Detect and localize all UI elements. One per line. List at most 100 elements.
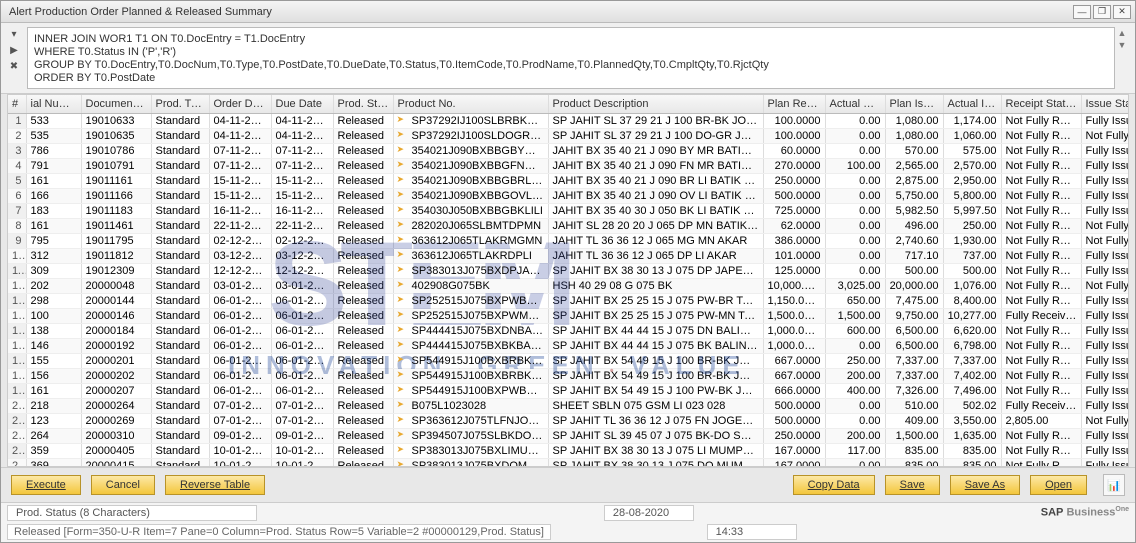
cell-docnum[interactable]: 20000405 — [81, 443, 151, 458]
table-row[interactable]: 1410020000146Standard06-01-202006-01-202… — [8, 308, 1129, 323]
col-actualissue[interactable]: Actual Issue — [943, 95, 1001, 113]
col-actualreceipt[interactable]: Actual Receipt — [825, 95, 885, 113]
col-productno[interactable]: Product No. — [393, 95, 548, 113]
copy-data-button[interactable]: Copy Data — [793, 475, 875, 495]
col-issuestatus[interactable]: Issue Status — [1081, 95, 1129, 113]
table-row[interactable]: 816119011461Standard22-11-201922-11-2019… — [8, 218, 1129, 233]
chevron-down-icon[interactable]: ▾ — [7, 27, 21, 41]
table-row[interactable]: 1916120000207Standard06-01-202006-01-202… — [8, 383, 1129, 398]
cell-docnum[interactable]: 19011166 — [81, 188, 151, 203]
cell-docnum[interactable]: 20000269 — [81, 413, 151, 428]
cell-docnum[interactable]: 20000146 — [81, 308, 151, 323]
open-button[interactable]: Open — [1030, 475, 1087, 495]
cell-serial[interactable]: 183 — [26, 203, 81, 218]
col-receiptstatus[interactable]: Receipt Status — [1001, 95, 1081, 113]
table-row[interactable]: 1220220000048Standard03-01-202003-01-202… — [8, 278, 1129, 293]
cell-productno[interactable]: SP394507J075SLBKDOSODA — [393, 428, 548, 443]
minimize-icon[interactable]: — — [1073, 5, 1091, 19]
scroll-down-icon[interactable]: ▼ — [1118, 40, 1127, 50]
cell-serial[interactable]: 156 — [26, 368, 81, 383]
cell-serial[interactable]: 138 — [26, 323, 81, 338]
table-row[interactable]: 1815620000202Standard06-01-202006-01-202… — [8, 368, 1129, 383]
cell-docnum[interactable]: 19010791 — [81, 158, 151, 173]
col-prodstatus[interactable]: Prod. Status — [333, 95, 393, 113]
query-scroll[interactable]: ▲ ▼ — [1115, 27, 1129, 51]
save-button[interactable]: Save — [885, 475, 940, 495]
cell-docnum[interactable]: 20000415 — [81, 458, 151, 467]
cell-docnum[interactable]: 20000207 — [81, 383, 151, 398]
cell-docnum[interactable]: 19011183 — [81, 203, 151, 218]
cell-docnum[interactable]: 20000144 — [81, 293, 151, 308]
cell-productno[interactable]: 354021J090BXBBGFNMRMR — [393, 158, 548, 173]
cell-productno[interactable]: SP444415J075BXBKBALINESIA — [393, 338, 548, 353]
cell-serial[interactable]: 166 — [26, 188, 81, 203]
cell-serial[interactable]: 359 — [26, 443, 81, 458]
table-row[interactable]: 2226420000310Standard09-01-202009-01-202… — [8, 428, 1129, 443]
cell-docnum[interactable]: 19011812 — [81, 248, 151, 263]
cell-productno[interactable]: SP544915J100BXBRBKJOGERBOXRESLETING — [393, 368, 548, 383]
table-row[interactable]: 1130919012309Standard12-12-201912-12-201… — [8, 263, 1129, 278]
cell-serial[interactable]: 369 — [26, 458, 81, 467]
execute-icon[interactable]: ▶ — [7, 43, 21, 57]
cell-docnum[interactable]: 19011161 — [81, 173, 151, 188]
cell-productno[interactable]: SP544915J100BXPWBKJOGERBOXRESLETING — [393, 383, 548, 398]
cell-docnum[interactable]: 20000264 — [81, 398, 151, 413]
cell-productno[interactable]: 354021J090BXBBGOVLILI — [393, 188, 548, 203]
col-planissue[interactable]: Plan Issue — [885, 95, 943, 113]
cell-docnum[interactable]: 19011461 — [81, 218, 151, 233]
cell-serial[interactable]: 155 — [26, 353, 81, 368]
table-row[interactable]: 2112320000269Standard07-01-202007-01-202… — [8, 413, 1129, 428]
result-grid[interactable]: STEM INNOVATION•GREEN•VALUE # ial Number… — [7, 94, 1129, 467]
save-as-button[interactable]: Save As — [950, 475, 1020, 495]
col-rownum[interactable]: # — [8, 95, 26, 113]
col-docnum[interactable]: Document Number — [81, 95, 151, 113]
cell-serial[interactable]: 298 — [26, 293, 81, 308]
cell-serial[interactable]: 202 — [26, 278, 81, 293]
table-row[interactable]: 516119011161Standard15-11-201915-11-2019… — [8, 173, 1129, 188]
cell-serial[interactable]: 312 — [26, 248, 81, 263]
table-row[interactable]: 979519011795Standard02-12-201902-12-2019… — [8, 233, 1129, 248]
cell-productno[interactable]: SP383013J075BXDOMUMPUNG — [393, 458, 548, 467]
scroll-up-icon[interactable]: ▲ — [1118, 28, 1127, 38]
query-editor[interactable]: INNER JOIN WOR1 T1 ON T0.DocEntry = T1.D… — [27, 27, 1115, 89]
cell-serial[interactable]: 795 — [26, 233, 81, 248]
table-row[interactable]: 2335920000405Standard10-01-202010-01-202… — [8, 443, 1129, 458]
cell-serial[interactable]: 533 — [26, 113, 81, 128]
execute-button[interactable]: Execute — [11, 475, 81, 495]
cell-productno[interactable]: 402908G075BK — [393, 278, 548, 293]
cell-docnum[interactable]: 19010635 — [81, 128, 151, 143]
reverse-table-button[interactable]: Reverse Table — [165, 475, 265, 495]
cell-serial[interactable]: 100 — [26, 308, 81, 323]
cell-docnum[interactable]: 19010786 — [81, 143, 151, 158]
cell-docnum[interactable]: 20000048 — [81, 278, 151, 293]
cell-serial[interactable]: 161 — [26, 173, 81, 188]
cell-productno[interactable]: 354021J090BXBBGBYMRMR — [393, 143, 548, 158]
col-duedate[interactable]: Due Date — [271, 95, 333, 113]
table-row[interactable]: 2021820000264Standard07-01-202007-01-202… — [8, 398, 1129, 413]
col-productdesc[interactable]: Product Description — [548, 95, 763, 113]
cell-docnum[interactable]: 19010633 — [81, 113, 151, 128]
cell-docnum[interactable]: 20000192 — [81, 338, 151, 353]
table-row[interactable]: 1329820000144Standard06-01-202006-01-202… — [8, 293, 1129, 308]
cell-serial[interactable]: 535 — [26, 128, 81, 143]
cell-productno[interactable]: SP383013J075BXDPJAPERTUJA — [393, 263, 548, 278]
cell-serial[interactable]: 264 — [26, 428, 81, 443]
table-row[interactable]: 1513820000184Standard06-01-202006-01-202… — [8, 323, 1129, 338]
cell-productno[interactable]: SP37292IJ100SLDOGRJOGERSPESIALMENU — [393, 128, 548, 143]
col-planreceipt[interactable]: Plan Receipt — [763, 95, 825, 113]
cell-productno[interactable]: SP363612J075TLFNJOGERTOTE — [393, 413, 548, 428]
close-icon[interactable]: ✕ — [1113, 5, 1131, 19]
table-row[interactable]: 616619011166Standard15-11-201915-11-2019… — [8, 188, 1129, 203]
cell-productno[interactable]: SP252515J075BXPWMNTASSPUNBONDMBIRU — [393, 308, 548, 323]
cell-productno[interactable]: 354021J090BXBBGBRLILI — [393, 173, 548, 188]
col-orderdate[interactable]: Order Date — [209, 95, 271, 113]
cell-productno[interactable]: SP444415J075BXDNBALINESIA — [393, 323, 548, 338]
table-row[interactable]: 2436920000415Standard10-01-202010-01-202… — [8, 458, 1129, 467]
header-row[interactable]: # ial Number Document Number Prod. Type … — [8, 95, 1129, 113]
table-row[interactable]: 153319010633Standard04-11-201904-11-2019… — [8, 113, 1129, 128]
cell-productno[interactable]: SP544915J100BXBRBKJOGERBOXRESLETING — [393, 353, 548, 368]
cell-serial[interactable]: 309 — [26, 263, 81, 278]
cell-productno[interactable]: 282020J065SLBMTDPMN — [393, 218, 548, 233]
cell-serial[interactable]: 786 — [26, 143, 81, 158]
cell-productno[interactable]: 363612J065TLAKRMGMN — [393, 233, 548, 248]
